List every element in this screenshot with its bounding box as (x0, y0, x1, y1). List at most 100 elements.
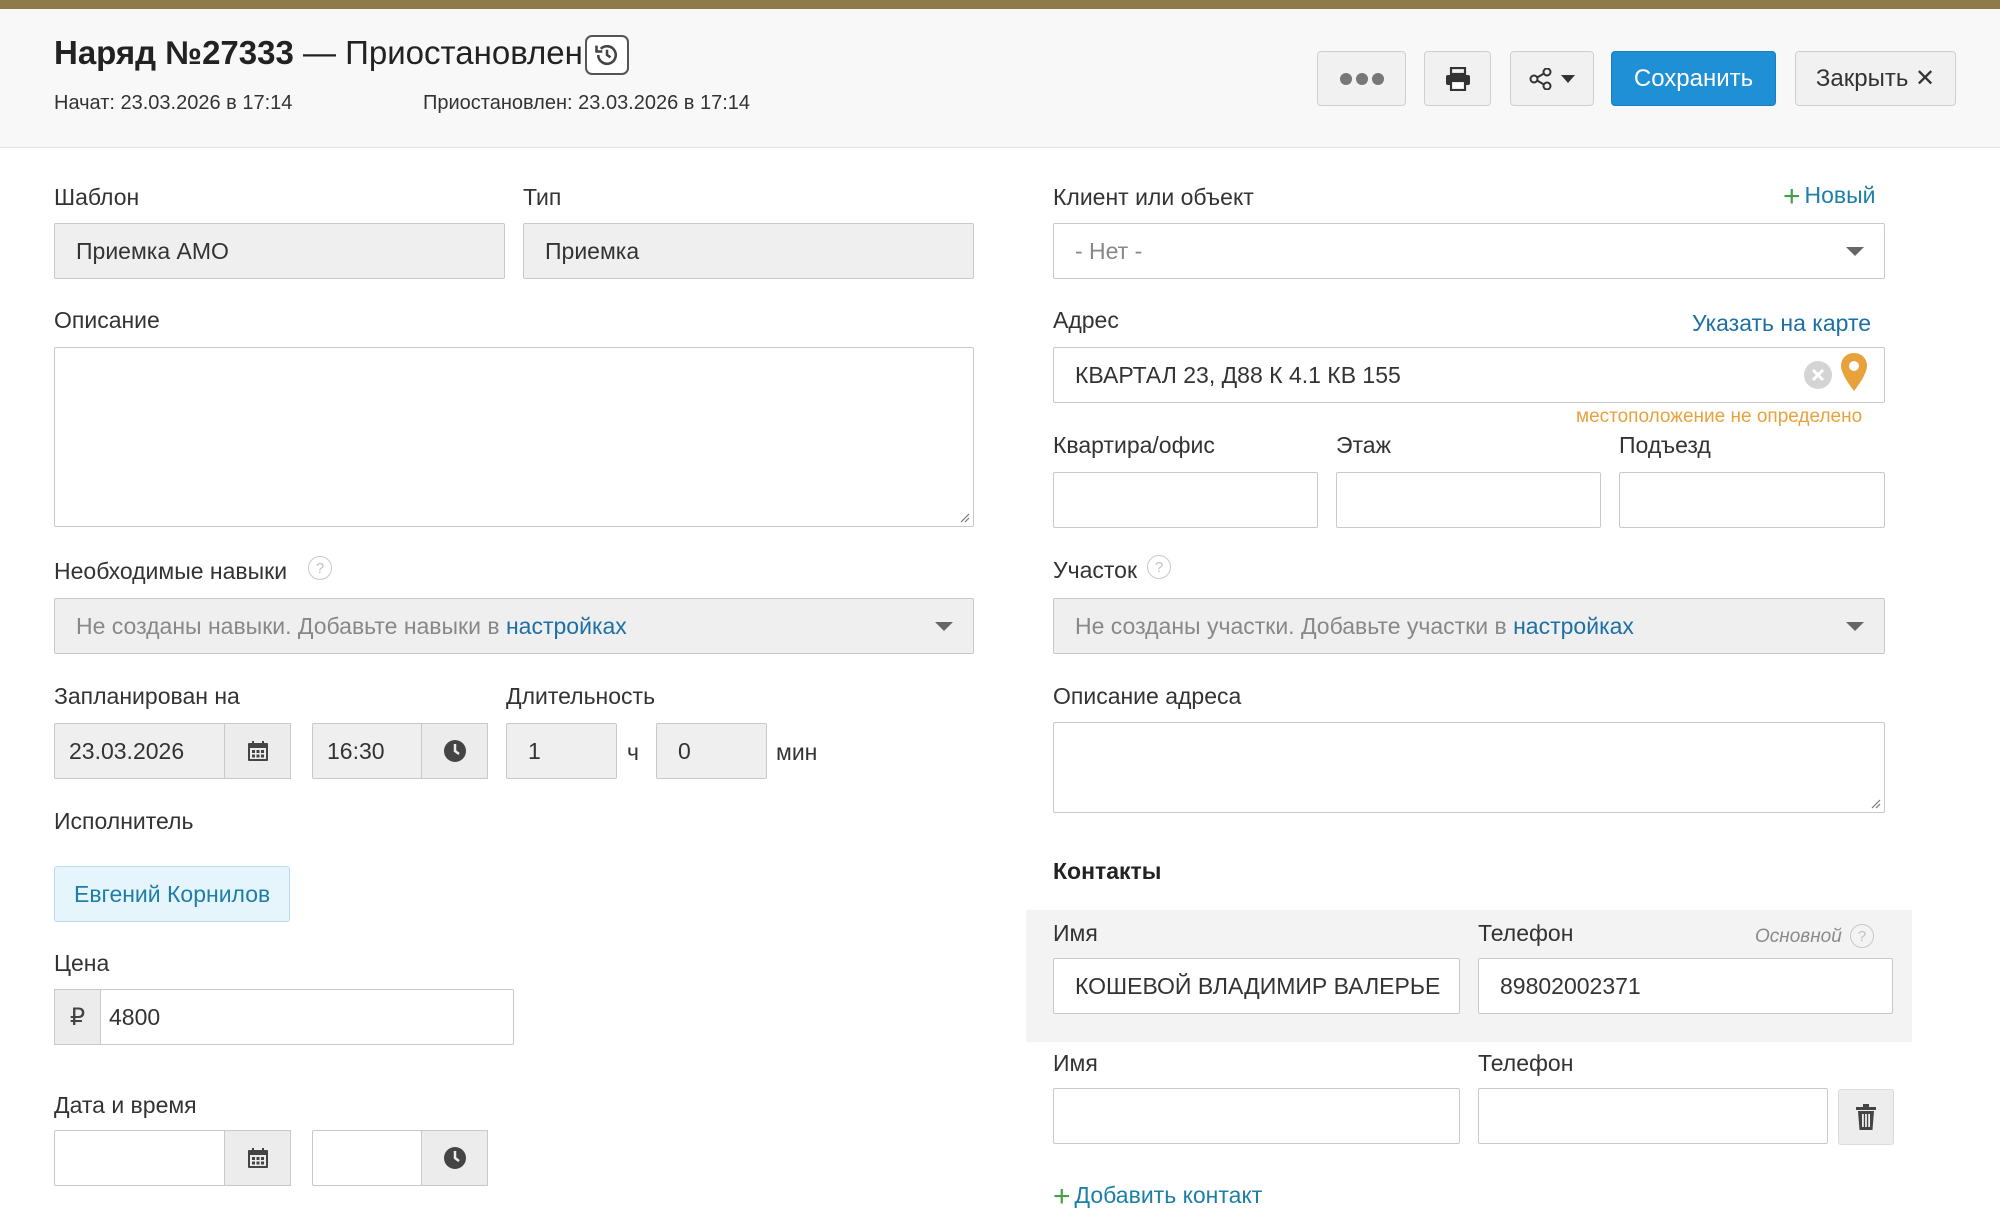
share-icon (1529, 67, 1552, 90)
datetime-calendar-button[interactable] (224, 1130, 291, 1186)
order-header: Наряд №27333 — Приостановлен Начат: 23.0… (0, 9, 2000, 148)
contact1-name-label: Имя (1053, 920, 1098, 946)
clear-icon[interactable] (1803, 360, 1833, 390)
plus-icon: + (1053, 1180, 1071, 1213)
scheduled-time-value: 16:30 (327, 737, 385, 764)
executor-chip[interactable]: Евгений Корнилов (54, 866, 291, 922)
calendar-icon (247, 741, 268, 761)
template-value: Приемка АМО (76, 237, 229, 264)
skills-label: Необходимые навыки (54, 558, 288, 584)
contact2-name-input[interactable] (1053, 1088, 1460, 1144)
order-status: — Приостановлен (293, 34, 583, 71)
contact2-name-label: Имя (1053, 1050, 1098, 1076)
contact1-phone-value: 89802002371 (1500, 972, 1641, 999)
district-settings-link[interactable]: настройках (1513, 613, 1634, 640)
executor-label: Исполнитель (54, 808, 194, 834)
contact2-phone-input[interactable] (1478, 1088, 1828, 1144)
print-button[interactable] (1424, 51, 1491, 106)
top-accent-strip (0, 0, 2000, 9)
more-button[interactable] (1317, 51, 1406, 106)
address-description-label: Описание адреса (1053, 683, 1242, 709)
datetime-time-input[interactable] (312, 1130, 422, 1186)
location-pin-icon[interactable] (1839, 352, 1869, 392)
apartment-label: Квартира/офис (1053, 432, 1215, 458)
address-input[interactable]: КВАРТАЛ 23, Д88 К 4.1 КВ 155 (1053, 347, 1885, 403)
duration-hours-input[interactable]: 1 (506, 723, 617, 779)
clock-icon (443, 1147, 466, 1169)
close-button[interactable]: Закрыть ✕ (1795, 51, 1956, 106)
order-number: Наряд №27333 (54, 34, 294, 71)
entrance-label: Подъезд (1619, 432, 1711, 458)
currency-addon: ₽ (54, 989, 101, 1045)
trash-icon (1856, 1104, 1876, 1130)
location-warning: местоположение не определено (1576, 406, 1863, 427)
duration-minutes-input[interactable]: 0 (656, 723, 767, 779)
datetime-label: Дата и время (54, 1092, 197, 1118)
suspended-at: Приостановлен: 23.03.2026 в 17:14 (423, 92, 751, 114)
template-field[interactable]: Приемка АМО (54, 223, 505, 279)
district-select[interactable]: Не созданы участки. Добавьте участки в н… (1053, 598, 1885, 654)
apartment-input[interactable] (1053, 472, 1318, 528)
contact1-name-value: КОШЕВОЙ ВЛАДИМИР ВАЛЕРЬЕ (1075, 972, 1441, 999)
type-label: Тип (523, 184, 562, 210)
dropdown-caret-icon (1846, 247, 1864, 256)
more-dots-icon (1339, 72, 1384, 85)
save-button[interactable]: Сохранить (1611, 51, 1776, 106)
scheduled-date-input[interactable]: 23.03.2026 (54, 723, 225, 779)
contact1-phone-input[interactable]: 89802002371 (1478, 958, 1893, 1014)
share-button[interactable] (1510, 51, 1594, 106)
add-contact-label: Добавить контакт (1074, 1182, 1263, 1208)
minutes-unit: мин (776, 739, 818, 765)
duration-minutes-value: 0 (678, 737, 691, 764)
history-button[interactable] (585, 35, 629, 75)
datetime-date-input[interactable] (54, 1130, 225, 1186)
floor-label: Этаж (1336, 432, 1391, 458)
address-description-textarea[interactable] (1053, 722, 1885, 813)
started-at: Начат: 23.03.2026 в 17:14 (54, 92, 293, 114)
floor-input[interactable] (1336, 472, 1601, 528)
skills-help-icon[interactable]: ? (308, 556, 332, 580)
type-field[interactable]: Приемка (523, 223, 974, 279)
client-value: - Нет - (1075, 237, 1143, 264)
show-on-map-link[interactable]: Указать на карте (1692, 310, 1871, 337)
contact2-phone-label: Телефон (1478, 1050, 1574, 1076)
contact1-name-input[interactable]: КОШЕВОЙ ВЛАДИМИР ВАЛЕРЬЕ (1053, 958, 1460, 1014)
primary-help-icon[interactable]: ? (1850, 924, 1874, 948)
datetime-time-button[interactable] (421, 1130, 488, 1186)
price-label: Цена (54, 950, 110, 976)
time-picker-button[interactable] (421, 723, 488, 779)
duration-hours-value: 1 (528, 737, 541, 764)
client-select[interactable]: - Нет - (1053, 223, 1885, 279)
scheduled-time-input[interactable]: 16:30 (312, 723, 422, 779)
printer-icon (1445, 66, 1470, 91)
resize-handle-icon[interactable] (1869, 797, 1881, 809)
add-contact-link[interactable]: + Добавить контакт (1053, 1180, 1262, 1214)
dropdown-caret-icon (1846, 622, 1864, 631)
skills-placeholder: Не созданы навыки. Добавьте навыки в (76, 612, 500, 639)
address-value: КВАРТАЛ 23, Д88 К 4.1 КВ 155 (1075, 361, 1401, 388)
new-client-label: Новый (1804, 182, 1876, 208)
description-textarea[interactable] (54, 347, 974, 527)
description-label: Описание (54, 307, 160, 333)
scheduled-date-value: 23.03.2026 (69, 737, 185, 764)
new-client-link[interactable]: + Новый (1783, 180, 1876, 214)
contact1-phone-label: Телефон (1478, 920, 1574, 946)
skills-settings-link[interactable]: настройках (506, 613, 627, 640)
dropdown-caret-icon (935, 622, 953, 631)
entrance-input[interactable] (1619, 472, 1885, 528)
hours-unit: ч (627, 739, 639, 765)
type-value: Приемка (545, 237, 640, 264)
skills-select[interactable]: Не созданы навыки. Добавьте навыки в нас… (54, 598, 974, 654)
district-placeholder: Не созданы участки. Добавьте участки в (1075, 612, 1507, 639)
calendar-button[interactable] (224, 723, 291, 779)
calendar-icon (247, 1148, 268, 1168)
district-label: Участок (1053, 557, 1138, 583)
resize-handle-icon[interactable] (958, 511, 970, 523)
clock-icon (443, 740, 466, 762)
district-help-icon[interactable]: ? (1147, 555, 1171, 579)
plus-icon: + (1783, 180, 1801, 213)
primary-contact-label: Основной (1755, 926, 1842, 947)
scheduled-label: Запланирован на (54, 683, 240, 709)
delete-contact-button[interactable] (1838, 1089, 1894, 1145)
price-input[interactable]: 4800 (100, 989, 514, 1045)
